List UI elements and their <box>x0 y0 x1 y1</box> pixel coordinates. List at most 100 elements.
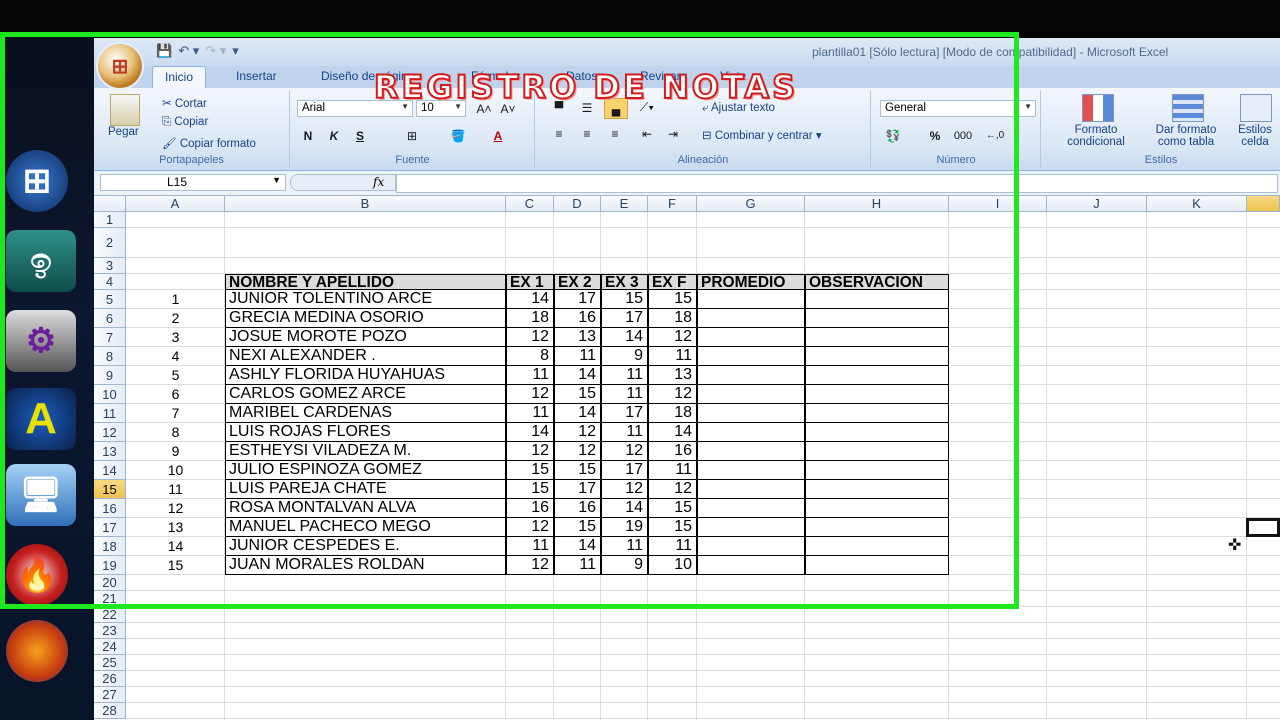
empty-cell[interactable] <box>697 499 805 518</box>
student-name-cell[interactable]: JULIO ESPINOZA GOMEZ <box>225 461 506 480</box>
grade-cell[interactable]: 14 <box>506 423 554 442</box>
office-button[interactable]: ⊞ <box>98 44 142 88</box>
row-number-cell[interactable]: 12 <box>126 499 225 518</box>
grade-cell[interactable]: 15 <box>554 461 601 480</box>
student-name-cell[interactable]: JUAN MORALES ROLDAN <box>225 556 506 575</box>
row-header-4[interactable]: 4 <box>94 274 126 290</box>
student-name-cell[interactable]: JUNIOR TOLENTINO ARCE <box>225 290 506 309</box>
cell-styles-icon[interactable] <box>1240 94 1272 122</box>
row-header-9[interactable]: 9 <box>94 366 126 385</box>
row-header-23[interactable]: 23 <box>94 623 126 639</box>
grade-cell[interactable]: 11 <box>648 347 697 366</box>
bold-button[interactable]: N <box>297 126 319 145</box>
row-header-20[interactable]: 20 <box>94 575 126 591</box>
grade-cell[interactable]: 14 <box>506 290 554 309</box>
formula-input[interactable] <box>396 174 1278 193</box>
number-format-combo[interactable]: General ▼ <box>880 100 1036 117</box>
grade-cell[interactable]: 18 <box>648 404 697 423</box>
grade-cell[interactable]: 11 <box>601 385 648 404</box>
decrease-indent-icon[interactable]: ⇤ <box>636 124 658 143</box>
conditional-format-icon[interactable] <box>1082 94 1114 122</box>
empty-cell[interactable] <box>697 537 805 556</box>
grade-cell[interactable]: 14 <box>554 366 601 385</box>
format-table-button[interactable]: Dar formato como tabla <box>1146 124 1226 148</box>
grade-cell[interactable]: 15 <box>601 290 648 309</box>
student-name-cell[interactable]: ASHLY FLORIDA HUYAHUAS <box>225 366 506 385</box>
grade-cell[interactable]: 15 <box>554 385 601 404</box>
tab-insertar[interactable]: Insertar <box>236 69 277 83</box>
cut-button[interactable]: ✂ Cortar <box>162 96 207 110</box>
grade-cell[interactable]: 16 <box>554 499 601 518</box>
row-header-1[interactable]: 1 <box>94 212 126 228</box>
app-a-icon[interactable]: A <box>6 388 76 450</box>
student-name-cell[interactable]: GRECIA MEDINA OSORIO <box>225 309 506 328</box>
grade-cell[interactable]: 12 <box>648 385 697 404</box>
align-left-icon[interactable]: ≡ <box>548 124 570 143</box>
row-number-cell[interactable]: 7 <box>126 404 225 423</box>
fill-color-icon[interactable]: 🪣 <box>447 126 469 145</box>
row-header-22[interactable]: 22 <box>94 607 126 623</box>
underline-button[interactable]: S <box>349 126 371 145</box>
active-cell[interactable] <box>1246 518 1280 537</box>
grade-cell[interactable]: 12 <box>601 442 648 461</box>
burner-app-icon[interactable]: 🔥 <box>6 544 68 606</box>
row-header-17[interactable]: 17 <box>94 518 126 537</box>
row-number-cell[interactable]: 10 <box>126 461 225 480</box>
increase-decimal-icon[interactable]: ←,0 <box>984 126 1006 145</box>
row-number-cell[interactable]: 14 <box>126 537 225 556</box>
empty-cell[interactable] <box>697 328 805 347</box>
column-header-d[interactable]: D <box>554 196 601 212</box>
grade-cell[interactable]: 11 <box>554 556 601 575</box>
row-header-3[interactable]: 3 <box>94 258 126 274</box>
row-header-12[interactable]: 12 <box>94 423 126 442</box>
row-number-cell[interactable]: 1 <box>126 290 225 309</box>
paste-button[interactable]: Pegar <box>108 126 139 138</box>
merge-center-button[interactable]: ⊟ Combinar y centrar ▾ <box>702 128 822 142</box>
empty-cell[interactable] <box>697 423 805 442</box>
empty-cell[interactable] <box>805 404 949 423</box>
yahoo-widgets-icon[interactable]: ⚙ <box>6 310 76 372</box>
row-number-cell[interactable]: 5 <box>126 366 225 385</box>
empty-cell[interactable] <box>805 309 949 328</box>
grade-cell[interactable]: 17 <box>601 309 648 328</box>
customize-qat-icon[interactable]: ▾ <box>232 43 239 59</box>
conditional-format-button[interactable]: Formato condicional <box>1060 124 1132 148</box>
grade-cell[interactable]: 12 <box>506 385 554 404</box>
empty-cell[interactable] <box>805 423 949 442</box>
table-header-cell[interactable]: PROMEDIO <box>697 274 805 290</box>
firefox-icon[interactable] <box>6 620 68 682</box>
row-number-cell[interactable]: 13 <box>126 518 225 537</box>
empty-cell[interactable] <box>805 556 949 575</box>
row-number-cell[interactable]: 4 <box>126 347 225 366</box>
empty-cell[interactable] <box>697 366 805 385</box>
grade-cell[interactable]: 11 <box>648 537 697 556</box>
grade-cell[interactable]: 17 <box>554 290 601 309</box>
italic-button[interactable]: K <box>323 126 345 145</box>
empty-cell[interactable] <box>697 518 805 537</box>
row-header-2[interactable]: 2 <box>94 228 126 258</box>
column-header-k[interactable]: K <box>1147 196 1247 212</box>
grade-cell[interactable]: 12 <box>506 556 554 575</box>
grade-cell[interactable]: 11 <box>506 404 554 423</box>
grade-cell[interactable]: 18 <box>506 309 554 328</box>
align-center-icon[interactable]: ≡ <box>576 124 598 143</box>
column-header-e[interactable]: E <box>601 196 648 212</box>
row-header-25[interactable]: 25 <box>94 655 126 671</box>
empty-cell[interactable] <box>805 385 949 404</box>
grade-cell[interactable]: 15 <box>554 518 601 537</box>
grade-cell[interactable]: 19 <box>601 518 648 537</box>
table-header-cell[interactable]: EX 1 <box>506 274 554 290</box>
row-number-cell[interactable]: 15 <box>126 556 225 575</box>
grade-cell[interactable]: 9 <box>601 347 648 366</box>
grade-cell[interactable]: 17 <box>601 461 648 480</box>
borders-icon[interactable]: ⊞ <box>401 126 423 145</box>
empty-cell[interactable] <box>697 290 805 309</box>
row-header-18[interactable]: 18 <box>94 537 126 556</box>
redo-icon[interactable]: ↷ ▾ <box>205 43 226 59</box>
empty-cell[interactable] <box>697 404 805 423</box>
grade-cell[interactable]: 17 <box>601 404 648 423</box>
row-header-7[interactable]: 7 <box>94 328 126 347</box>
grade-cell[interactable]: 13 <box>554 328 601 347</box>
thousands-button[interactable]: 000 <box>952 126 974 145</box>
student-name-cell[interactable]: ROSA MONTALVAN ALVA <box>225 499 506 518</box>
